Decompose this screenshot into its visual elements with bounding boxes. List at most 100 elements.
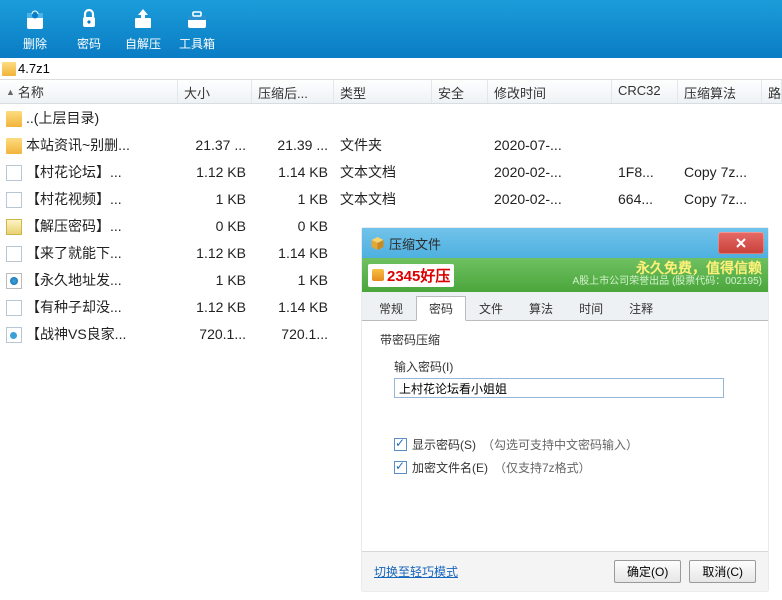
- cell-size: 21.37 ...: [178, 137, 252, 153]
- html-icon: [6, 273, 22, 289]
- col-mtime[interactable]: 修改时间: [488, 80, 612, 103]
- dialog-footer: 切换至轻巧模式 确定(O) 取消(C): [362, 551, 768, 591]
- cell-name: 【村花视频】...: [0, 189, 178, 209]
- col-path[interactable]: 路: [762, 80, 782, 103]
- cell-compressed: 1.14 KB: [252, 245, 334, 261]
- cell-size: 720.1...: [178, 326, 252, 342]
- tab-0[interactable]: 常规: [366, 296, 416, 320]
- txt-icon: [6, 246, 22, 262]
- txt-icon: [6, 165, 22, 181]
- ok-button[interactable]: 确定(O): [614, 560, 681, 583]
- slogan-line1: 永久免费，值得信赖: [573, 262, 762, 275]
- password-label: 输入密码(I): [394, 358, 750, 375]
- cancel-button[interactable]: 取消(C): [689, 560, 756, 583]
- switch-mode-link[interactable]: 切换至轻巧模式: [374, 563, 458, 580]
- cell-size: 1.12 KB: [178, 299, 252, 315]
- table-row[interactable]: 本站资讯~别删...21.37 ...21.39 ...文件夹 2020-07-.…: [0, 131, 782, 158]
- close-icon: [734, 236, 748, 250]
- table-row[interactable]: 【村花视频】...1 KB1 KB文本文档2020-02-...664...Co…: [0, 185, 782, 212]
- tab-5[interactable]: 注释: [616, 296, 666, 320]
- cell-type: 文本文档: [334, 189, 432, 209]
- url-icon: [6, 327, 22, 343]
- cell-size: 0 KB: [178, 218, 252, 234]
- col-algo[interactable]: 压缩算法: [678, 80, 762, 103]
- toolbar-password-label: 密码: [77, 35, 101, 52]
- cell-compressed: 1.14 KB: [252, 164, 334, 180]
- tab-3[interactable]: 算法: [516, 296, 566, 320]
- show-password-hint: （勾选可支持中文密码输入）: [482, 436, 638, 453]
- sort-up-icon: ▲: [6, 87, 15, 97]
- cell-name: 【永久地址发...: [0, 270, 178, 290]
- cell-size: 1 KB: [178, 191, 252, 207]
- slogan-line2: A股上市公司荣誉出品 (股票代码：002195): [573, 275, 762, 288]
- folder-icon: [6, 138, 22, 154]
- dialog-titlebar[interactable]: 压缩文件: [362, 228, 768, 258]
- txt-icon: [6, 300, 22, 316]
- cell-algo: Copy 7z...: [678, 164, 762, 180]
- table-row[interactable]: 【村花论坛】...1.12 KB1.14 KB文本文档2020-02-...1F…: [0, 158, 782, 185]
- toolbar-selfextract-label: 自解压: [125, 35, 161, 52]
- cell-name: 本站资讯~别删...: [0, 135, 178, 155]
- archive-cube-icon: [370, 236, 385, 251]
- tab-4[interactable]: 时间: [566, 296, 616, 320]
- pathbar[interactable]: 4.7z1: [0, 58, 782, 80]
- toolbar-password-button[interactable]: 密码: [62, 4, 116, 58]
- col-name[interactable]: ▲名称: [0, 80, 178, 103]
- col-compressed[interactable]: 压缩后...: [252, 80, 334, 103]
- toolbar-delete-label: 删除: [23, 35, 47, 52]
- cell-compressed: 720.1...: [252, 326, 334, 342]
- cell-name: 【有种子却没...: [0, 297, 178, 317]
- brand-logo: 2345好压: [368, 264, 454, 287]
- toolbar-delete-button[interactable]: 删除: [8, 4, 62, 58]
- cell-name: 【来了就能下...: [0, 243, 178, 263]
- cell-algo: Copy 7z...: [678, 191, 762, 207]
- folder-up-icon: [6, 111, 22, 127]
- lock-icon: [74, 4, 104, 34]
- col-type[interactable]: 类型: [334, 80, 432, 103]
- encrypt-filename-checkbox[interactable]: [394, 461, 407, 474]
- tab-1[interactable]: 密码: [416, 296, 466, 321]
- group-title: 带密码压缩: [380, 331, 750, 348]
- toolbar-toolbox-button[interactable]: 工具箱: [170, 4, 224, 58]
- cell-compressed: 1 KB: [252, 191, 334, 207]
- txt-icon: [6, 192, 22, 208]
- cell-crc: 1F8...: [612, 164, 678, 180]
- col-crc[interactable]: CRC32: [612, 80, 678, 103]
- cell-compressed: 0 KB: [252, 218, 334, 234]
- close-button[interactable]: [718, 232, 764, 254]
- password-input[interactable]: [394, 378, 724, 398]
- tab-password-page: 带密码压缩 输入密码(I) 显示密码(S) （勾选可支持中文密码输入） 加密文件…: [362, 321, 768, 551]
- cell-size: 1 KB: [178, 272, 252, 288]
- cell-name: 【解压密码】...: [0, 216, 178, 236]
- cell-compressed: 21.39 ...: [252, 137, 334, 153]
- cell-name: 【村花论坛】...: [0, 162, 178, 182]
- cell-type: 文件夹: [334, 135, 432, 155]
- col-size[interactable]: 大小: [178, 80, 252, 103]
- cell-name: ..(上层目录): [0, 108, 178, 128]
- archive-icon: [2, 62, 16, 76]
- dialog-title: 压缩文件: [389, 234, 441, 253]
- tab-2[interactable]: 文件: [466, 296, 516, 320]
- trash-icon: [20, 4, 50, 34]
- cell-type: 文本文档: [334, 162, 432, 182]
- table-header: ▲名称 大小 压缩后... 类型 安全 修改时间 CRC32 压缩算法 路: [0, 80, 782, 104]
- encrypt-filename-hint: （仅支持7z格式）: [494, 459, 591, 476]
- col-safe[interactable]: 安全: [432, 80, 488, 103]
- compress-dialog: 压缩文件 2345好压 永久免费，值得信赖 A股上市公司荣誉出品 (股票代码：0…: [362, 228, 768, 591]
- toolbox-icon: [182, 4, 212, 34]
- table-row[interactable]: ..(上层目录): [0, 104, 782, 131]
- cell-crc: 664...: [612, 191, 678, 207]
- cell-compressed: 1.14 KB: [252, 299, 334, 315]
- show-password-checkbox[interactable]: [394, 438, 407, 451]
- brand-banner: 2345好压 永久免费，值得信赖 A股上市公司荣誉出品 (股票代码：002195…: [362, 258, 768, 292]
- encrypt-filename-label: 加密文件名(E): [412, 459, 488, 476]
- show-password-label: 显示密码(S): [412, 436, 476, 453]
- bat-icon: [6, 219, 22, 235]
- toolbar-selfextract-button[interactable]: 自解压: [116, 4, 170, 58]
- cell-mtime: 2020-07-...: [488, 137, 612, 153]
- path-text: 4.7z1: [18, 61, 50, 76]
- cell-name: 【战神VS良家...: [0, 324, 178, 344]
- toolbar-toolbox-label: 工具箱: [179, 35, 215, 52]
- main-toolbar: 删除 密码 自解压 工具箱: [0, 0, 782, 58]
- cell-mtime: 2020-02-...: [488, 191, 612, 207]
